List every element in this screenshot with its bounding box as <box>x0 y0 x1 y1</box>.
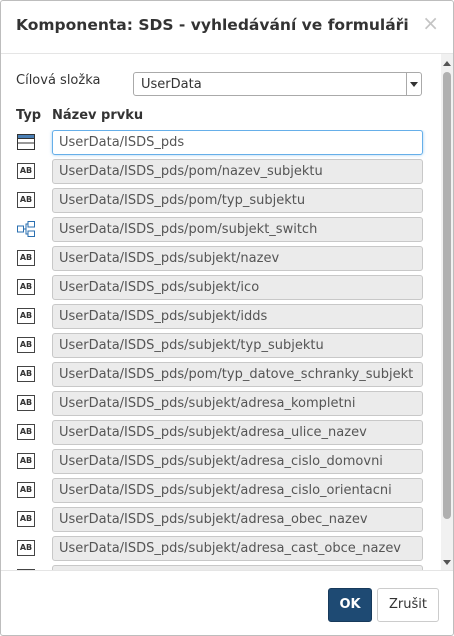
list-item: AB UserData/ISDS_pds/pom/typ_datove_schr… <box>1 362 441 387</box>
text-field-icon: AB <box>17 424 35 440</box>
ok-button[interactable]: OK <box>328 588 372 622</box>
scroll-down-arrow-icon[interactable] <box>443 560 451 565</box>
text-field-icon: AB <box>17 395 35 411</box>
text-field-icon: AB <box>17 192 35 208</box>
list-item: AB UserData/ISDS_pds/subjekt/adresa_ulic… <box>1 420 441 445</box>
element-path-input[interactable]: UserData/ISDS_pds <box>52 130 423 155</box>
text-field-icon: AB <box>17 337 35 353</box>
folder-label: Cílová složka <box>16 73 101 88</box>
element-path-input[interactable]: UserData/ISDS_pds/subjekt/adresa_obec_na… <box>52 507 423 532</box>
list-item: AB UserData/ISDS_pds/subjekt/adresa_cast… <box>1 536 441 561</box>
element-path-input[interactable]: UserData/ISDS_pds/pom/subjekt_switch <box>52 217 423 242</box>
list-item: UserData/ISDS_pds/pom/subjekt_switch <box>1 217 441 242</box>
element-path-input[interactable]: UserData/ISDS_pds/pom/typ_datove_schrank… <box>52 362 423 387</box>
element-path-input[interactable]: UserData/ISDS_pds/subjekt/typ_subjektu <box>52 333 423 358</box>
form-icon <box>17 134 35 150</box>
text-field-icon: AB <box>17 250 35 266</box>
list-item: AB UserData/ISDS_pds/subjekt/adresa_komp… <box>1 391 441 416</box>
switch-icon <box>17 221 35 237</box>
list-item: AB UserData/ISDS_pds/subjekt/typ_subjekt… <box>1 333 441 358</box>
dialog-title: Komponenta: SDS - vyhledávání ve formulá… <box>16 16 409 34</box>
text-field-icon: AB <box>17 163 35 179</box>
column-header-type: Typ <box>16 108 42 123</box>
element-path-input[interactable]: UserData/ISDS_pds/subjekt/nazev <box>52 246 423 271</box>
element-path-input[interactable]: UserData/ISDS_pds/subjekt/adresa_komplet… <box>52 391 423 416</box>
list-item: AB UserData/ISDS_pds/pom/nazev_subjektu <box>1 159 441 184</box>
cancel-button[interactable]: Zrušit <box>377 588 439 622</box>
folder-select[interactable]: UserData <box>133 72 422 96</box>
text-field-icon: AB <box>17 366 35 382</box>
element-path-input[interactable]: UserData/ISDS_pds/subjekt/idds <box>52 304 423 329</box>
text-field-icon: AB <box>17 482 35 498</box>
folder-select-value: UserData <box>141 77 202 92</box>
list-item: AB UserData/ISDS_pds/subjekt/adresa_cisl… <box>1 478 441 503</box>
dialog-footer: OK Zrušit <box>1 570 453 635</box>
close-icon[interactable]: × <box>422 13 439 33</box>
element-path-input[interactable]: UserData/ISDS_pds/subjekt/ico <box>52 275 423 300</box>
element-path-input[interactable]: UserData/ISDS_pds/pom/typ_subjektu <box>52 188 423 213</box>
list-item: AB UserData/ISDS_pds/pom/typ_subjektu <box>1 188 441 213</box>
element-path-input[interactable]: UserData/ISDS_pds/subjekt/adresa_ulice_n… <box>52 420 423 445</box>
component-dialog: Komponenta: SDS - vyhledávání ve formulá… <box>0 0 454 636</box>
list-item: AB UserData/ISDS_pds/subjekt/idds <box>1 304 441 329</box>
list-item: AB UserData/ISDS_pds/subjekt/ico <box>1 275 441 300</box>
scrollbar-thumb[interactable] <box>443 72 451 519</box>
vertical-scrollbar[interactable] <box>441 54 453 570</box>
text-field-icon: AB <box>17 511 35 527</box>
chevron-down-icon[interactable] <box>406 73 421 95</box>
list-item: AB UserData/ISDS_pds/subjekt/adresa_cisl… <box>1 449 441 474</box>
element-path-input[interactable]: UserData/ISDS_pds/pom/nazev_subjektu <box>52 159 423 184</box>
text-field-icon: AB <box>17 279 35 295</box>
text-field-icon: AB <box>17 308 35 324</box>
dialog-body: Cílová složka UserData Typ Název prvku U… <box>1 54 453 570</box>
list-item: AB UserData/ISDS_pds/subjekt/adresa_obec… <box>1 507 441 532</box>
element-path-input[interactable]: UserData/ISDS_pds/subjekt/adresa_cislo_d… <box>52 449 423 474</box>
element-list: UserData/ISDS_pds AB UserData/ISDS_pds/p… <box>1 130 441 570</box>
list-item: AB UserData/ISDS_pds/subjekt/nazev <box>1 246 441 271</box>
scroll-up-arrow-icon[interactable] <box>443 61 451 66</box>
text-field-icon: AB <box>17 453 35 469</box>
element-path-input[interactable]: UserData/ISDS_pds/subjekt/adresa_cislo_o… <box>52 478 423 503</box>
list-item: UserData/ISDS_pds <box>1 130 441 155</box>
text-field-icon: AB <box>17 540 35 556</box>
element-path-input[interactable]: UserData/ISDS_pds/subjekt/adresa_cast_ob… <box>52 536 423 561</box>
column-header-name: Název prvku <box>52 108 144 123</box>
dialog-header: Komponenta: SDS - vyhledávání ve formulá… <box>1 1 453 54</box>
